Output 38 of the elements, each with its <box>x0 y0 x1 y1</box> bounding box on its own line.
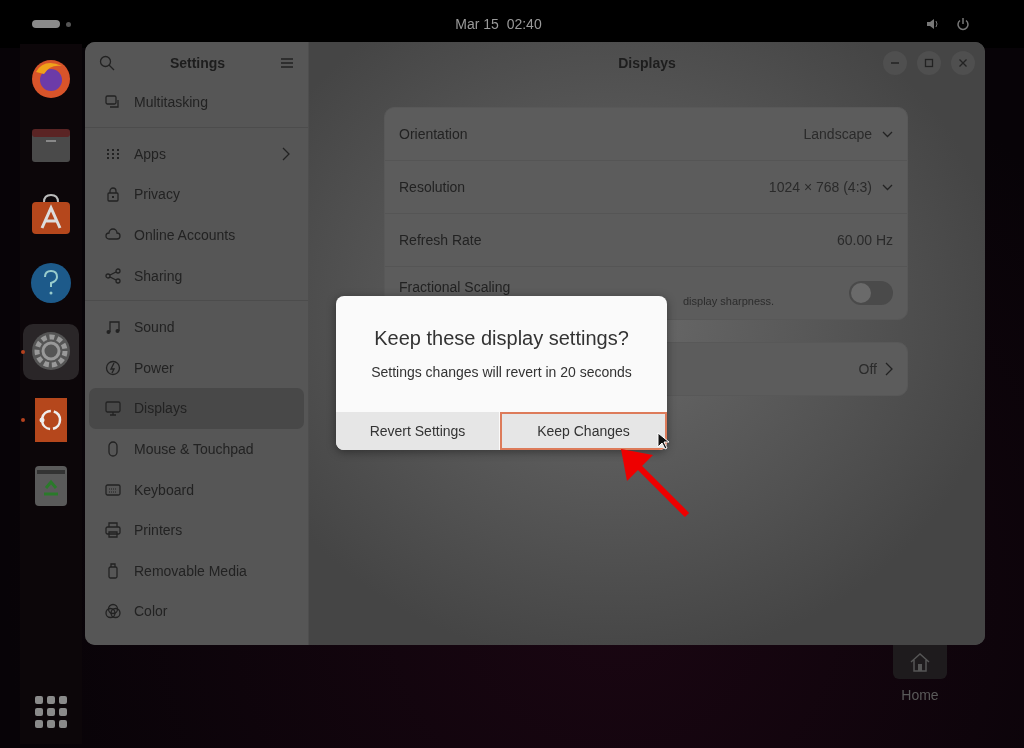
power-icon[interactable] <box>956 17 970 31</box>
chevron-down-icon <box>882 130 893 138</box>
share-icon <box>105 267 121 284</box>
dock-item[interactable] <box>23 324 79 380</box>
chevron-right-icon <box>885 362 893 376</box>
music-note-icon <box>105 319 121 336</box>
folder-tile[interactable] <box>893 645 947 679</box>
toggle-switch[interactable] <box>849 281 893 305</box>
monitor-icon <box>105 400 121 417</box>
setting-label: Refresh Rate <box>399 232 483 248</box>
dialog-message: Settings changes will revert in 20 seconds <box>370 364 633 380</box>
activities-indicator[interactable] <box>32 20 71 28</box>
maximize-icon <box>924 58 934 68</box>
power-icon <box>105 359 121 376</box>
dialog-button[interactable]: Revert Settings <box>336 412 499 450</box>
usb-drive-icon <box>105 562 121 579</box>
folder-label[interactable]: Home <box>901 687 939 703</box>
keyboard-icon <box>105 481 121 498</box>
color-circles-icon <box>105 603 121 620</box>
setting-label: Orientation <box>399 126 469 142</box>
speaker-icon[interactable] <box>926 17 940 31</box>
sidebar-title: Settings <box>169 55 226 71</box>
setting-label: Resolution <box>399 179 467 195</box>
chevron-down-icon <box>882 183 893 191</box>
mouse-cursor-icon <box>657 432 669 450</box>
app-grid-icon[interactable] <box>35 696 67 728</box>
house-icon <box>909 651 931 673</box>
dialog-button[interactable]: Keep Changes <box>500 412 667 450</box>
question-mark-icon[interactable] <box>30 262 72 306</box>
dialog-title: Keep these display settings? <box>373 327 630 350</box>
windows-icon <box>105 94 121 111</box>
printer-icon <box>105 522 121 539</box>
setting-label: Fractional Scaling <box>399 279 512 295</box>
close-icon <box>958 58 968 68</box>
minimize-icon <box>891 62 899 64</box>
mouse-icon <box>105 441 121 458</box>
lock-icon <box>105 186 121 203</box>
clock[interactable]: Mar 15 02:40 <box>455 16 542 32</box>
